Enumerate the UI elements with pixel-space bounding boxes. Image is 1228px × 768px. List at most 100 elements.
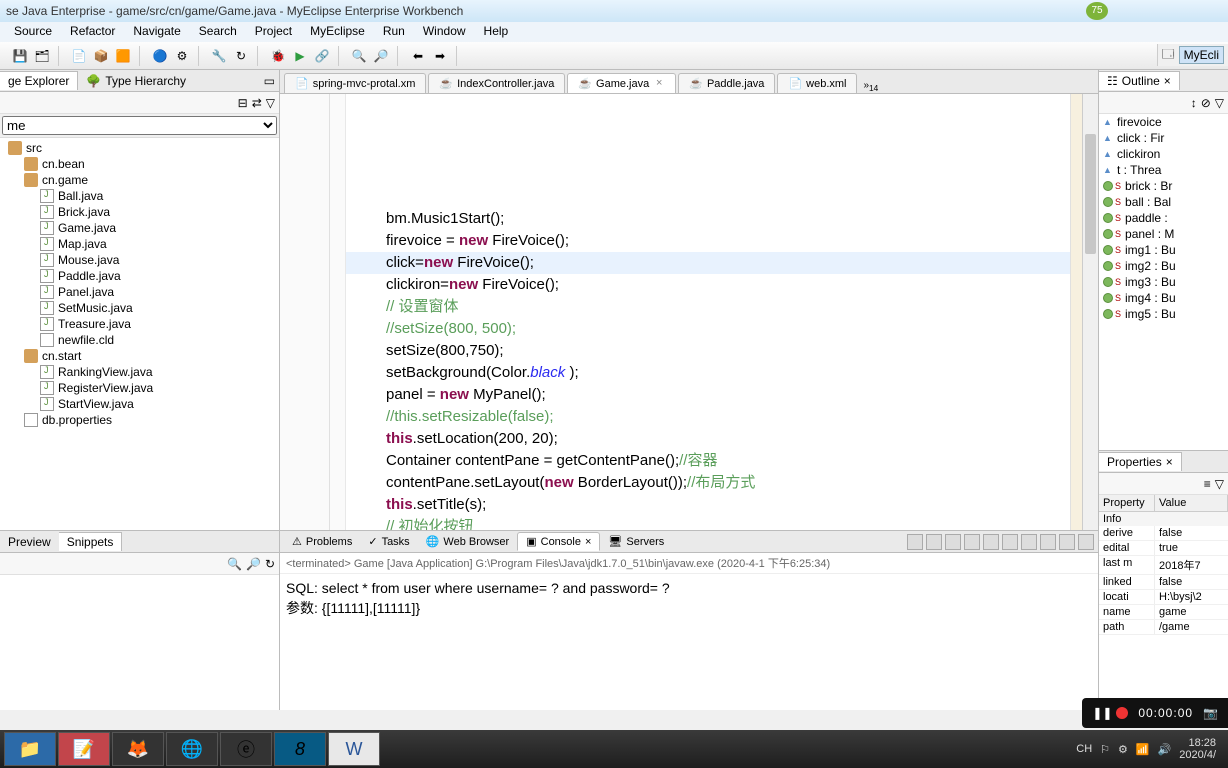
forward-icon[interactable]: ➡ bbox=[430, 46, 450, 66]
close-icon[interactable]: × bbox=[585, 536, 591, 548]
pause-icon[interactable]: ❚❚ bbox=[1092, 706, 1106, 720]
sort-icon[interactable]: ↕ bbox=[1191, 96, 1197, 110]
build-icon[interactable]: 🔧 bbox=[209, 46, 229, 66]
refresh-icon[interactable]: ↻ bbox=[265, 557, 275, 571]
problems-tab[interactable]: ⚠Problems bbox=[284, 533, 360, 550]
minimize-view-icon[interactable]: ▭ bbox=[260, 74, 279, 88]
fold-gutter[interactable] bbox=[330, 94, 346, 530]
filter-icon[interactable]: ▽ bbox=[1215, 96, 1224, 110]
console-output[interactable]: SQL: select * from user where username= … bbox=[280, 574, 1098, 710]
refresh-icon[interactable]: ↻ bbox=[231, 46, 251, 66]
tray-icon[interactable]: ⚐ bbox=[1100, 743, 1110, 756]
zoom-in-icon[interactable]: 🔎 bbox=[246, 557, 261, 571]
menu-navigate[interactable]: Navigate bbox=[125, 22, 188, 42]
scroll-lock-icon[interactable] bbox=[983, 534, 999, 550]
debug-icon[interactable]: 🐞 bbox=[268, 46, 288, 66]
code-content[interactable]: bm.Music1Start(); firevoice = new FireVo… bbox=[386, 208, 1070, 530]
properties-table[interactable]: PropertyValue Info derivefalse editaltru… bbox=[1099, 495, 1228, 710]
outline-view[interactable]: ▲firevoice ▲click : Fir ▲clickiron ▲t : … bbox=[1099, 114, 1228, 450]
categories-icon[interactable]: ≡ bbox=[1204, 477, 1211, 491]
menu-window[interactable]: Window bbox=[415, 22, 474, 42]
web-browser-tab[interactable]: 🌐Web Browser bbox=[418, 533, 518, 550]
code-editor[interactable]: bm.Music1Start(); firevoice = new FireVo… bbox=[280, 94, 1098, 530]
link-editor-icon[interactable]: ⇄ bbox=[252, 96, 262, 110]
volume-icon[interactable]: 🔊 bbox=[1158, 743, 1172, 756]
editor-tab[interactable]: 📄spring-mvc-protal.xm bbox=[284, 73, 426, 93]
maximize-icon[interactable] bbox=[1078, 534, 1094, 550]
package-icon[interactable]: 📦 bbox=[91, 46, 111, 66]
editor-tab[interactable]: 📄web.xml bbox=[777, 73, 857, 93]
deploy-icon[interactable]: 🔵 bbox=[150, 46, 170, 66]
remove-all-icon[interactable] bbox=[945, 534, 961, 550]
editor-tab[interactable]: ☕Paddle.java bbox=[678, 73, 775, 93]
open-type-icon[interactable]: 🔍 bbox=[349, 46, 369, 66]
menu-refactor[interactable]: Refactor bbox=[62, 22, 123, 42]
open-perspective-icon[interactable]: 🗔 bbox=[1162, 45, 1175, 66]
type-hierarchy-tab[interactable]: 🌳Type Hierarchy bbox=[78, 72, 194, 90]
snippets-tab[interactable]: Snippets bbox=[59, 532, 123, 551]
tree-pkg-cnbean: cn.bean bbox=[0, 156, 279, 172]
display-console-icon[interactable] bbox=[1021, 534, 1037, 550]
hide-fields-icon[interactable]: ⊘ bbox=[1201, 96, 1211, 110]
editor-tab-active[interactable]: ☕Game.java× bbox=[567, 73, 676, 93]
class-icon[interactable]: 🟧 bbox=[113, 46, 133, 66]
package-explorer-tree[interactable]: src cn.bean cn.game Ball.java Brick.java… bbox=[0, 138, 279, 530]
remove-launch-icon[interactable] bbox=[926, 534, 942, 550]
close-tab-icon[interactable]: × bbox=[653, 78, 665, 90]
vertical-scrollbar[interactable] bbox=[1082, 94, 1098, 530]
package-explorer-tab[interactable]: ge Explorer bbox=[0, 71, 78, 90]
menu-myeclipse[interactable]: MyEclipse bbox=[302, 22, 373, 42]
menu-help[interactable]: Help bbox=[476, 22, 517, 42]
filter-icon[interactable]: ▽ bbox=[1215, 477, 1224, 491]
perspective-switcher[interactable]: 🗔 MyEcli bbox=[1157, 44, 1228, 66]
overview-ruler[interactable] bbox=[1070, 94, 1082, 530]
tray-icon[interactable]: ⚙ bbox=[1118, 743, 1128, 756]
menu-source[interactable]: Source bbox=[6, 22, 60, 42]
search-icon[interactable]: 🔎 bbox=[371, 46, 391, 66]
perspective-myeclipse[interactable]: MyEcli bbox=[1179, 46, 1224, 64]
save-icon[interactable]: 💾 bbox=[10, 46, 30, 66]
editor-tab[interactable]: ☕IndexController.java bbox=[428, 73, 565, 93]
view-menu-icon[interactable]: ▽ bbox=[266, 96, 275, 110]
taskbar-explorer[interactable]: 📁 bbox=[4, 732, 56, 766]
close-icon[interactable]: × bbox=[1164, 74, 1171, 88]
outline-tab[interactable]: ☷Outline× bbox=[1099, 71, 1180, 90]
external-icon[interactable]: 🔗 bbox=[312, 46, 332, 66]
taskbar-firefox[interactable]: 🦊 bbox=[112, 732, 164, 766]
server-icon[interactable]: ⚙ bbox=[172, 46, 192, 66]
screen-recorder-widget[interactable]: ❚❚ 00:00:00 📷 bbox=[1082, 698, 1228, 728]
taskbar-app[interactable]: 8 bbox=[274, 732, 326, 766]
terminate-icon[interactable] bbox=[907, 534, 923, 550]
camera-icon[interactable]: 📷 bbox=[1203, 706, 1218, 720]
preview-tab[interactable]: Preview bbox=[0, 533, 59, 551]
ime-indicator[interactable]: CH bbox=[1076, 743, 1092, 755]
close-icon[interactable]: × bbox=[1166, 455, 1173, 469]
back-icon[interactable]: ⬅ bbox=[408, 46, 428, 66]
new-icon[interactable]: 📄 bbox=[69, 46, 89, 66]
menu-search[interactable]: Search bbox=[191, 22, 245, 42]
record-icon[interactable] bbox=[1116, 707, 1128, 719]
save-all-icon[interactable]: 🗂 bbox=[32, 46, 52, 66]
minimize-icon[interactable] bbox=[1059, 534, 1075, 550]
collapse-all-icon[interactable]: ⊟ bbox=[238, 96, 248, 110]
console-tab[interactable]: ▣Console× bbox=[517, 532, 600, 551]
run-icon[interactable]: ▶ bbox=[290, 46, 310, 66]
taskbar-ie[interactable]: ⓔ bbox=[220, 732, 272, 766]
system-tray[interactable]: CH ⚐ ⚙ 📶 🔊 18:28 2020/4/ bbox=[1076, 737, 1224, 761]
clear-console-icon[interactable] bbox=[964, 534, 980, 550]
tab-overflow-count[interactable]: »14 bbox=[863, 80, 878, 93]
working-set-select[interactable]: me bbox=[2, 116, 277, 135]
pin-console-icon[interactable] bbox=[1002, 534, 1018, 550]
menu-project[interactable]: Project bbox=[247, 22, 300, 42]
tasks-tab[interactable]: ✓Tasks bbox=[360, 533, 417, 550]
taskbar-word[interactable]: W bbox=[328, 732, 380, 766]
servers-tab[interactable]: 🖥Servers bbox=[600, 533, 672, 550]
menu-run[interactable]: Run bbox=[375, 22, 413, 42]
taskbar-notes[interactable]: 📝 bbox=[58, 732, 110, 766]
open-console-icon[interactable] bbox=[1040, 534, 1056, 550]
properties-tab[interactable]: Properties× bbox=[1099, 452, 1182, 471]
scrollbar-thumb[interactable] bbox=[1085, 134, 1096, 254]
network-icon[interactable]: 📶 bbox=[1136, 743, 1150, 756]
zoom-out-icon[interactable]: 🔍 bbox=[227, 557, 242, 571]
taskbar-chrome[interactable]: 🌐 bbox=[166, 732, 218, 766]
